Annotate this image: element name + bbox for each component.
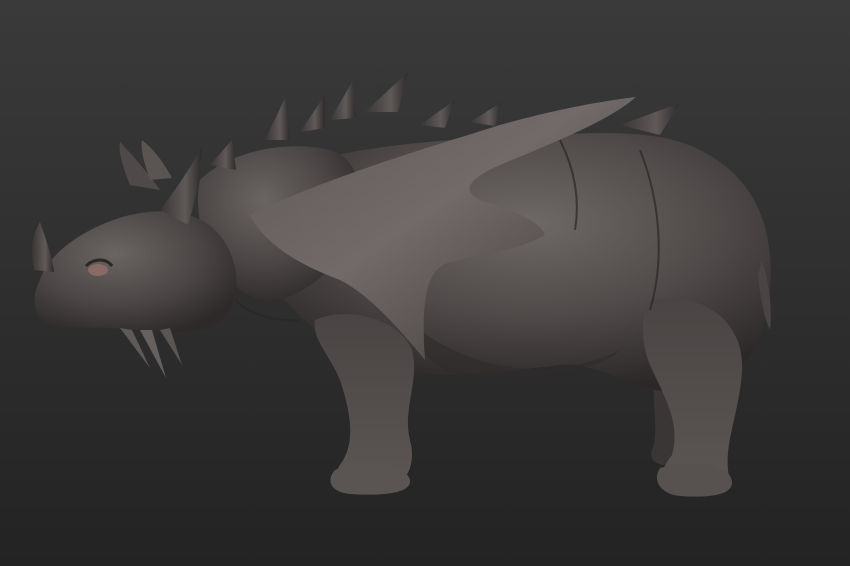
dorsal-spike [300, 95, 325, 132]
creature-render [32, 72, 771, 497]
dorsal-spike [210, 140, 236, 170]
render-viewport [0, 0, 850, 566]
dorsal-spike [330, 82, 356, 120]
dorsal-spike [420, 100, 455, 128]
dorsal-spike [470, 102, 502, 126]
chin-tusk-3 [160, 328, 182, 365]
dorsal-spike [265, 98, 290, 140]
dorsal-spike [365, 72, 408, 112]
dorsal-spike [620, 103, 680, 135]
near-hind-foot [656, 463, 733, 497]
nose-horn [32, 222, 54, 272]
head-spike [160, 145, 202, 225]
chin-tusk-2 [140, 330, 166, 378]
creature-head [34, 211, 237, 333]
creature-eye [88, 264, 108, 276]
